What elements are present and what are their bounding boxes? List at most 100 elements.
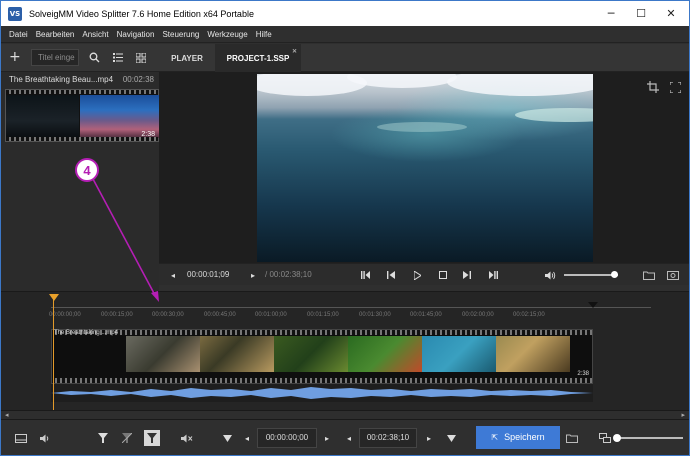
go-to-start-icon[interactable] bbox=[357, 267, 373, 283]
tab-project[interactable]: PROJECT-1.SSP ✕ bbox=[215, 44, 301, 72]
timeline-zoom-slider[interactable] bbox=[617, 437, 683, 439]
thumbnail-frame bbox=[6, 95, 79, 138]
total-time: / 00:02:38;10 bbox=[265, 270, 312, 279]
tick-label: 00:02:15;00 bbox=[513, 312, 545, 318]
search-input[interactable]: Titel einge bbox=[31, 49, 79, 66]
volume-slider[interactable] bbox=[564, 274, 618, 276]
start-time-decrease-icon[interactable]: ◂ bbox=[239, 430, 255, 446]
scroll-right-icon[interactable]: ▸ bbox=[681, 411, 685, 419]
title-bar: VS SolveigMM Video Splitter 7.6 Home Edi… bbox=[1, 1, 689, 26]
next-frame-button[interactable]: ▸ bbox=[245, 267, 261, 283]
marker-remove-icon[interactable] bbox=[119, 430, 135, 446]
tick-label: 00:02:00;00 bbox=[462, 312, 494, 318]
save-button[interactable]: ⇱ Speichern bbox=[476, 426, 560, 449]
start-timecode-input[interactable]: 00:00:00;00 bbox=[257, 428, 317, 448]
playhead-handle-icon[interactable] bbox=[49, 294, 59, 301]
video-preview[interactable] bbox=[257, 74, 593, 262]
audio-waveform[interactable] bbox=[51, 384, 593, 402]
playhead[interactable] bbox=[53, 294, 54, 410]
track-frame bbox=[200, 336, 274, 372]
snapshot-icon[interactable] bbox=[665, 267, 681, 283]
menu-datei[interactable]: Datei bbox=[9, 30, 28, 39]
end-time-decrease-icon[interactable]: ◂ bbox=[341, 430, 357, 446]
clip-thumbnail[interactable]: 2:38 bbox=[5, 89, 160, 142]
time-ruler[interactable]: 00:00:00;00 00:00:15;00 00:00:30;00 00:0… bbox=[49, 302, 651, 324]
cloud-shape bbox=[447, 74, 593, 96]
grid-view-icon[interactable] bbox=[132, 49, 150, 66]
current-time[interactable]: 00:00:01;09 bbox=[187, 267, 229, 283]
minimize-button[interactable]: ─ bbox=[596, 1, 626, 26]
tick-label: 00:00:15;00 bbox=[101, 312, 133, 318]
video-player bbox=[159, 72, 689, 263]
menu-steuerung[interactable]: Steuerung bbox=[162, 30, 199, 39]
audio-track-toggle-icon[interactable] bbox=[37, 430, 53, 446]
video-track[interactable]: The Breathtaking ...mp4 2:38 bbox=[51, 329, 593, 384]
zoom-icon[interactable] bbox=[597, 430, 613, 446]
track-label: The Breathtaking ...mp4 bbox=[54, 330, 119, 336]
track-frame bbox=[496, 336, 570, 372]
output-folder-icon[interactable] bbox=[564, 430, 580, 446]
menu-werkzeuge[interactable]: Werkzeuge bbox=[207, 30, 247, 39]
reef-shape bbox=[377, 122, 467, 132]
split-marker-icon[interactable] bbox=[144, 430, 160, 446]
close-button[interactable]: ✕ bbox=[656, 1, 686, 26]
go-to-end-icon[interactable] bbox=[485, 267, 501, 283]
crop-icon[interactable] bbox=[643, 77, 663, 97]
tab-bar: PLAYER PROJECT-1.SSP ✕ bbox=[159, 44, 689, 72]
folder-icon[interactable] bbox=[641, 267, 657, 283]
marker-add-icon[interactable] bbox=[95, 430, 111, 446]
menu-ansicht[interactable]: Ansicht bbox=[82, 30, 108, 39]
reef-shape bbox=[515, 108, 593, 122]
menu-hilfe[interactable]: Hilfe bbox=[256, 30, 272, 39]
tab-player[interactable]: PLAYER bbox=[159, 44, 215, 72]
tick-label: 00:01:45;00 bbox=[410, 312, 442, 318]
end-time-increase-icon[interactable]: ▸ bbox=[421, 430, 437, 446]
clip-name: The Breathtaking Beau...mp4 bbox=[9, 75, 114, 84]
tick-label: 00:00:45;00 bbox=[204, 312, 236, 318]
out-marker-icon[interactable] bbox=[588, 302, 598, 308]
library-toolbar: + Titel einge bbox=[1, 44, 159, 72]
timeline-zoom-handle[interactable] bbox=[613, 434, 621, 442]
stop-icon[interactable] bbox=[435, 267, 451, 283]
video-track-toggle-icon[interactable] bbox=[13, 430, 29, 446]
transport-bar: ◂ 00:00:01;09 ▸ / 00:02:38;10 bbox=[159, 263, 689, 285]
step-back-icon[interactable] bbox=[383, 267, 399, 283]
track-frame bbox=[422, 336, 496, 372]
tick-label: 00:01:30;00 bbox=[359, 312, 391, 318]
save-button-label: Speichern bbox=[504, 432, 545, 442]
list-view-icon[interactable] bbox=[109, 49, 127, 66]
prev-frame-button[interactable]: ◂ bbox=[165, 267, 181, 283]
fullscreen-icon[interactable] bbox=[665, 77, 685, 97]
save-icon: ⇱ bbox=[491, 433, 499, 442]
maximize-button[interactable]: ☐ bbox=[626, 1, 656, 26]
tab-project-label: PROJECT-1.SSP bbox=[226, 53, 290, 63]
end-timecode-input[interactable]: 00:02:38;10 bbox=[359, 428, 417, 448]
bottom-toolbar: ◂ 00:00:00;00 ▸ ◂ 00:02:38;10 ▸ ⇱ Speiche… bbox=[1, 419, 689, 455]
track-frame bbox=[274, 336, 348, 372]
tick-label: 00:01:15;00 bbox=[307, 312, 339, 318]
app-window: VS SolveigMM Video Splitter 7.6 Home Edi… bbox=[0, 0, 690, 456]
menu-bearbeiten[interactable]: Bearbeiten bbox=[36, 30, 75, 39]
scroll-left-icon[interactable]: ◂ bbox=[5, 411, 9, 419]
mute-icon[interactable] bbox=[179, 430, 195, 446]
clip-duration: 00:02:38 bbox=[122, 75, 154, 84]
track-duration: 2:38 bbox=[577, 371, 589, 377]
menu-navigation[interactable]: Navigation bbox=[117, 30, 155, 39]
filmstrip-bottom bbox=[52, 378, 592, 383]
step-forward-icon[interactable] bbox=[459, 267, 475, 283]
menu-bar: Datei Bearbeiten Ansicht Navigation Steu… bbox=[1, 26, 689, 43]
media-library: The Breathtaking Beau...mp4 00:02:38 2:3… bbox=[1, 72, 160, 292]
out-marker-icon[interactable] bbox=[443, 430, 459, 446]
volume-icon[interactable] bbox=[542, 267, 558, 283]
add-file-button[interactable]: + bbox=[9, 49, 21, 65]
app-logo-icon: VS bbox=[8, 6, 22, 21]
tick-label: 00:00:30;00 bbox=[152, 312, 184, 318]
search-icon[interactable] bbox=[85, 49, 103, 66]
start-time-increase-icon[interactable]: ▸ bbox=[319, 430, 335, 446]
timeline[interactable]: 00:00:00;00 00:00:15;00 00:00:30;00 00:0… bbox=[1, 291, 689, 420]
tick-label: 00:01:00;00 bbox=[255, 312, 287, 318]
play-icon[interactable] bbox=[409, 267, 425, 283]
tab-close-icon[interactable]: ✕ bbox=[292, 48, 297, 55]
volume-slider-handle[interactable] bbox=[611, 271, 618, 278]
in-marker-icon[interactable] bbox=[219, 430, 235, 446]
